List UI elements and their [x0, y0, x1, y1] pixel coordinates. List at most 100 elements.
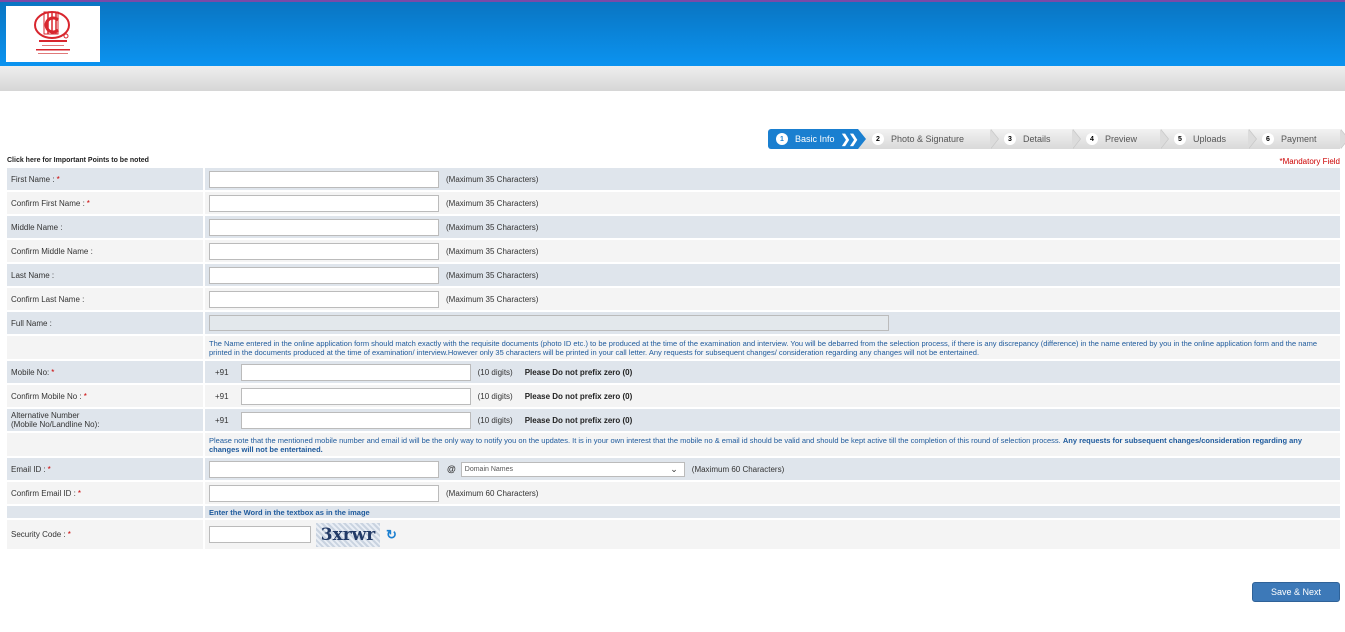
step-arrow: [1340, 129, 1345, 149]
confirm-mobile-label: Confirm Mobile No : *: [7, 385, 205, 407]
email-row: Email ID : * @ Domain Names ⌄ (Maximum 60…: [7, 458, 1340, 482]
captcha-instruction: Enter the Word in the textbox as in the …: [209, 507, 370, 517]
empty-label: [7, 506, 205, 518]
step-label: Details: [1023, 134, 1051, 144]
required-marker: *: [67, 530, 71, 539]
step-label: Payment: [1281, 134, 1317, 144]
middle-name-input[interactable]: [209, 218, 439, 236]
security-code-input[interactable]: [209, 526, 311, 543]
contact-policy-note: Please note that the mentioned mobile nu…: [209, 433, 1340, 456]
max-length-hint: (Maximum 35 Characters): [446, 198, 539, 208]
step-preview[interactable]: 4 Preview: [1072, 129, 1169, 149]
last-name-input[interactable]: [209, 266, 439, 284]
alternative-number-row: Alternative Number (Mobile No/Landline N…: [7, 409, 1340, 433]
step-number: 3: [1004, 133, 1016, 145]
label-text: Email ID :: [11, 464, 46, 474]
label-text: Confirm Middle Name :: [11, 246, 93, 256]
required-marker: *: [83, 391, 87, 401]
digits-hint: (10 digits): [477, 391, 513, 401]
alternative-number-input[interactable]: [240, 411, 471, 429]
confirm-middle-name-input[interactable]: [209, 242, 439, 260]
step-payment[interactable]: 6 Payment: [1248, 129, 1345, 149]
required-marker: *: [47, 464, 51, 474]
confirm-mobile-input[interactable]: [240, 387, 471, 405]
step-number: 1: [776, 133, 788, 145]
step-number: 5: [1174, 133, 1186, 145]
no-zero-warning: Please Do not prefix zero (0): [524, 391, 633, 401]
max-length-hint: (Maximum 60 Characters): [691, 464, 785, 474]
sub-header-bar: [0, 66, 1345, 91]
step-basic-info[interactable]: 1 Basic Info ❯❯: [768, 129, 866, 149]
first-name-input[interactable]: [209, 170, 439, 188]
contact-note-text: Please note that the mentioned mobile nu…: [209, 436, 1061, 445]
step-arrow: [1072, 129, 1080, 149]
empty-label: [7, 433, 205, 456]
important-points-link[interactable]: Click here for Important Points to be no…: [7, 157, 149, 164]
step-details[interactable]: 3 Details: [990, 129, 1081, 149]
step-arrow: [990, 129, 998, 149]
max-length-hint: (Maximum 35 Characters): [446, 222, 539, 232]
confirm-middle-name-row: Confirm Middle Name : (Maximum 35 Charac…: [7, 240, 1340, 264]
full-name-input: [209, 315, 889, 331]
label-text: Confirm Email ID :: [11, 488, 76, 498]
logo-emblem-icon: [34, 11, 70, 54]
email-input[interactable]: [209, 460, 439, 478]
label-text: Last Name :: [11, 270, 55, 280]
confirm-last-name-input[interactable]: [209, 290, 439, 308]
mobile-input[interactable]: [240, 363, 471, 381]
max-length-hint: (Maximum 35 Characters): [446, 174, 539, 184]
label-text: First Name :: [11, 174, 55, 184]
label-text: Security Code :: [11, 530, 66, 539]
max-length-hint: (Maximum 60 Characters): [446, 488, 539, 498]
step-arrow: [1248, 129, 1256, 149]
required-marker: *: [86, 198, 90, 208]
country-code: +91: [215, 391, 229, 401]
digits-hint: (10 digits): [477, 367, 513, 377]
security-code-row: Security Code : * 3xrwr ↻: [7, 520, 1340, 551]
confirm-last-name-row: Confirm Last Name : (Maximum 35 Characte…: [7, 288, 1340, 312]
confirm-first-name-input[interactable]: [209, 194, 439, 212]
label-text: Alternative Number: [11, 411, 80, 420]
last-name-row: Last Name : (Maximum 35 Characters): [7, 264, 1340, 288]
label-text: Confirm Mobile No :: [11, 391, 82, 401]
max-length-hint: (Maximum 35 Characters): [446, 246, 539, 256]
confirm-email-input[interactable]: [209, 484, 439, 502]
required-marker: *: [56, 174, 60, 184]
country-code: +91: [215, 415, 229, 425]
email-label: Email ID : *: [7, 458, 205, 480]
save-next-button[interactable]: Save & Next: [1252, 582, 1340, 602]
refresh-captcha-icon[interactable]: ↻: [386, 527, 397, 543]
label-text: Mobile No:: [11, 367, 50, 377]
full-name-label: Full Name :: [7, 312, 205, 334]
no-zero-warning: Please Do not prefix zero (0): [524, 415, 633, 425]
last-name-label: Last Name :: [7, 264, 205, 286]
max-length-hint: (Maximum 35 Characters): [446, 270, 539, 280]
label-text: Full Name :: [11, 318, 52, 328]
step-label: Basic Info: [795, 134, 835, 144]
first-name-label: First Name : *: [7, 168, 205, 190]
confirm-middle-name-label: Confirm Middle Name :: [7, 240, 205, 262]
step-uploads[interactable]: 5 Uploads: [1160, 129, 1257, 149]
step-label: Photo & Signature: [891, 134, 965, 144]
mobile-row: Mobile No: * +91 (10 digits) Please Do no…: [7, 361, 1340, 385]
full-name-row: Full Name :: [7, 312, 1340, 336]
confirm-mobile-row: Confirm Mobile No : * +91 (10 digits) Ple…: [7, 385, 1340, 409]
country-code: +91: [215, 367, 229, 377]
domain-select[interactable]: Domain Names ⌄: [460, 461, 685, 477]
label-text: Confirm First Name :: [11, 198, 85, 208]
empty-label: [7, 336, 205, 359]
confirm-last-name-label: Confirm Last Name :: [7, 288, 205, 310]
confirm-email-row: Confirm Email ID : * (Maximum 60 Characte…: [7, 482, 1340, 506]
captcha-instruction-row: Enter the Word in the textbox as in the …: [7, 506, 1340, 520]
alternative-number-label: Alternative Number (Mobile No/Landline N…: [7, 409, 205, 431]
max-length-hint: (Maximum 35 Characters): [446, 294, 539, 304]
middle-name-label: Middle Name :: [7, 216, 205, 238]
label-text: Middle Name :: [11, 222, 63, 232]
basic-info-form: First Name : * (Maximum 35 Characters) Co…: [7, 168, 1340, 551]
mandatory-field-note: *Mandatory Field: [1279, 157, 1340, 166]
step-photo-signature[interactable]: 2 Photo & Signature: [858, 129, 999, 149]
middle-name-row: Middle Name : (Maximum 35 Characters): [7, 216, 1340, 240]
confirm-email-label: Confirm Email ID : *: [7, 482, 205, 504]
mobile-label: Mobile No: *: [7, 361, 205, 383]
required-marker: *: [51, 367, 55, 377]
